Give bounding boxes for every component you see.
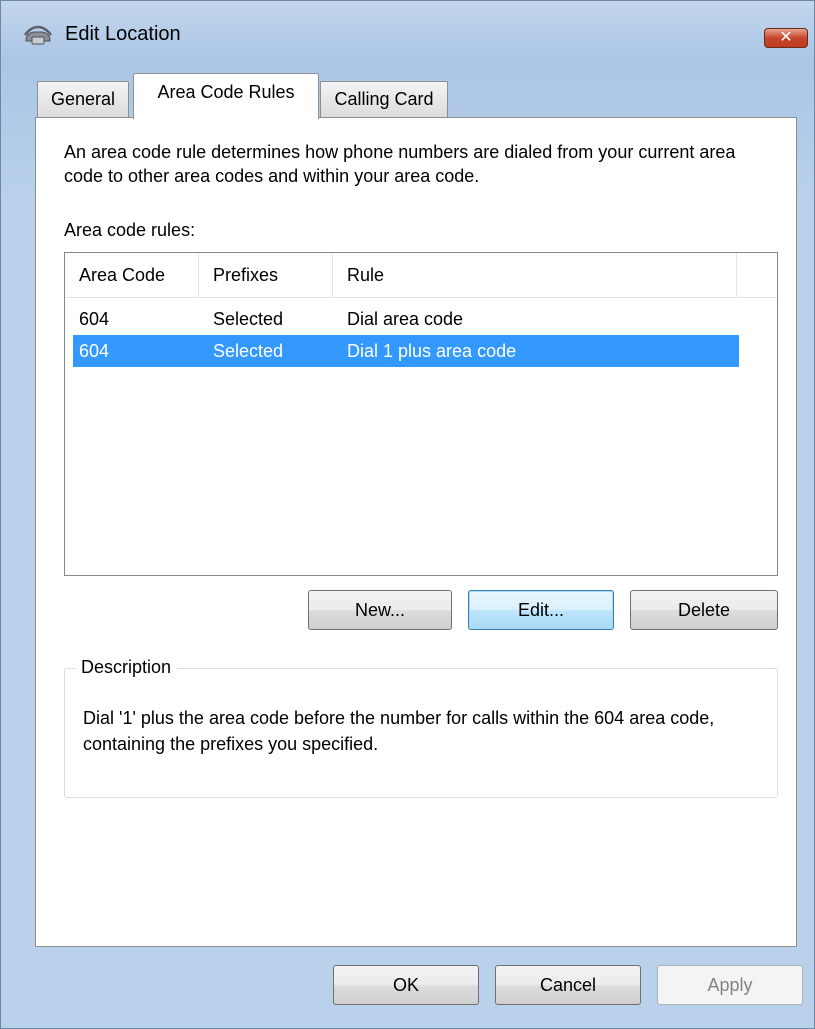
close-button[interactable]: ✕: [764, 28, 808, 48]
table-row-selected[interactable]: 604 Selected Dial 1 plus area code: [73, 335, 739, 367]
title-bar[interactable]: Edit Location ✕: [1, 1, 814, 71]
cancel-button[interactable]: Cancel: [495, 965, 641, 1005]
phone-dialing-icon: [23, 25, 53, 47]
cell-area-code: 604: [79, 309, 110, 329]
area-code-rules-panel: An area code rule determines how phone n…: [35, 117, 797, 947]
column-header-rule[interactable]: Rule: [333, 253, 737, 297]
close-icon: ✕: [779, 29, 793, 46]
area-code-rules-list[interactable]: Area Code Prefixes Rule 604 Selected Dia…: [64, 252, 778, 576]
column-header-filler: [737, 253, 777, 297]
tab-general[interactable]: General: [37, 81, 129, 117]
tab-calling-card[interactable]: Calling Card: [320, 81, 448, 117]
description-text: Dial '1' plus the area code before the n…: [83, 708, 715, 754]
cell-rule: Dial area code: [347, 309, 464, 329]
new-button[interactable]: New...: [308, 590, 452, 630]
apply-button[interactable]: Apply: [657, 965, 803, 1005]
cell-prefixes: Selected: [213, 309, 284, 329]
column-header-prefixes[interactable]: Prefixes: [199, 253, 333, 297]
area-code-rules-label: Area code rules:: [64, 220, 196, 240]
cell-area-code: 604: [79, 341, 110, 361]
window-title: Edit Location: [65, 23, 181, 45]
delete-button[interactable]: Delete: [630, 590, 778, 630]
column-header-area-code[interactable]: Area Code: [65, 253, 199, 297]
description-group: Description Dial '1' plus the area code …: [64, 657, 778, 798]
description-legend: Description: [75, 657, 178, 678]
edit-button[interactable]: Edit...: [468, 590, 614, 630]
cell-prefixes: Selected: [213, 341, 284, 361]
edit-location-window: Edit Location ✕ General Area Code Rules …: [0, 0, 815, 1029]
table-row[interactable]: 604 Selected Dial area code: [73, 303, 739, 335]
cell-rule: Dial 1 plus area code: [347, 341, 517, 361]
intro-text: An area code rule determines how phone n…: [64, 142, 736, 186]
list-header: Area Code Prefixes Rule: [65, 253, 777, 298]
ok-button[interactable]: OK: [333, 965, 479, 1005]
tab-area-code-rules[interactable]: Area Code Rules: [133, 73, 319, 119]
